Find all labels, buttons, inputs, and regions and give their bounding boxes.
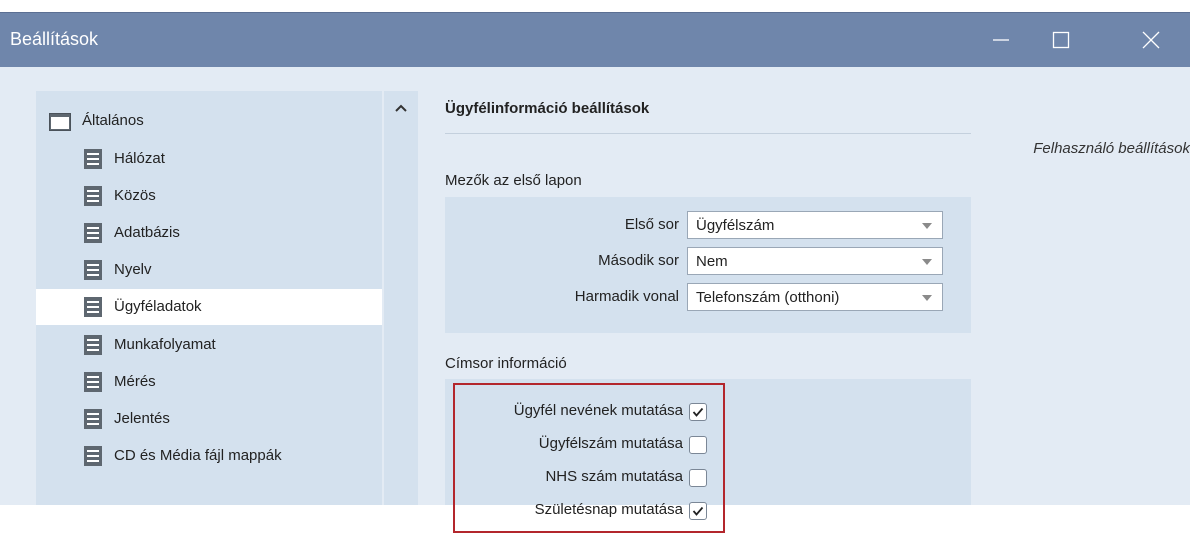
settings-sidebar: Általános Hálózat Közös Adatbázis Nyelv … [36,91,382,505]
close-button[interactable] [1122,13,1180,67]
title-bar[interactable]: Beállítások [0,13,1190,67]
sidebar-item-label: CD és Média fájl mappák [114,447,282,464]
document-icon [84,149,102,169]
sidebar-item-workflow[interactable]: Munkafolyamat [36,327,382,363]
document-icon [84,335,102,355]
select-value: Ügyfélszám [696,217,775,234]
sidebar-item-cd-media-folders[interactable]: CD és Média fájl mappák [36,438,382,474]
show-birthday-checkbox[interactable] [689,502,707,520]
chevron-up-icon[interactable] [395,103,407,113]
sidebar-item-language[interactable]: Nyelv [36,252,382,288]
document-icon [84,297,102,317]
sidebar-item-general[interactable]: Általános [36,103,382,139]
minimize-button[interactable] [972,13,1030,67]
show-nhs-number-label: NHS szám mutatása [545,468,683,485]
document-icon [84,260,102,280]
sidebar-item-measurement[interactable]: Mérés [36,364,382,400]
select-value: Telefonszám (otthoni) [696,289,840,306]
show-customer-name-checkbox[interactable] [689,403,707,421]
sidebar-item-label: Hálózat [114,150,165,167]
document-icon [84,372,102,392]
second-row-label: Második sor [598,252,679,269]
sidebar-item-label: Közös [114,187,156,204]
sidebar-item-network[interactable]: Hálózat [36,141,382,177]
sidebar-item-label: Nyelv [114,261,152,278]
first-row-select[interactable]: Ügyfélszám [687,211,943,239]
show-customer-number-label: Ügyfélszám mutatása [538,435,683,452]
chevron-down-icon [922,223,932,229]
close-icon [1142,31,1160,49]
document-icon [84,409,102,429]
page-title: Ügyfélinformáció beállítások [445,100,650,117]
user-settings-label: Felhasználó beállítások [1033,140,1190,157]
sidebar-item-label: Ügyféladatok [114,298,202,315]
third-row-select[interactable]: Telefonszám (otthoni) [687,283,943,311]
show-nhs-number-checkbox[interactable] [689,469,707,487]
header-group-label: Címsor információ [445,355,567,372]
sidebar-item-label: Munkafolyamat [114,336,216,353]
window-content: Általános Hálózat Közös Adatbázis Nyelv … [8,67,1190,533]
third-row-label: Harmadik vonal [574,288,679,305]
chevron-down-icon [922,259,932,265]
window-title: Beállítások [10,29,99,49]
sidebar-item-label: Jelentés [114,410,170,427]
second-row-select[interactable]: Nem [687,247,943,275]
sidebar-scrollbar[interactable] [384,91,418,505]
fields-group: Első sor Ügyfélszám Második sor Nem Harm… [445,197,971,333]
first-row-label: Első sor [624,216,679,233]
folder-icon [49,113,71,131]
sidebar-item-customer-data[interactable]: Ügyféladatok [36,289,382,325]
sidebar-item-label: Mérés [114,373,156,390]
checkmark-icon [692,506,704,516]
fields-group-label: Mezők az első lapon [445,172,582,189]
maximize-icon [1052,31,1070,49]
document-icon [84,446,102,466]
show-customer-name-label: Ügyfél nevének mutatása [513,402,683,419]
minimize-icon [993,39,1009,41]
sidebar-item-common[interactable]: Közös [36,178,382,214]
document-icon [84,223,102,243]
sidebar-item-label: Általános [82,112,144,129]
chevron-down-icon [922,295,932,301]
highlight-frame: Ügyfél nevének mutatása Ügyfélszám mutat… [453,383,725,533]
checkmark-icon [692,407,704,417]
sidebar-item-label: Adatbázis [114,224,180,241]
sidebar-item-report[interactable]: Jelentés [36,401,382,437]
sidebar-item-database[interactable]: Adatbázis [36,215,382,251]
settings-panel: Ügyfélinformáció beállítások Felhasználó… [445,91,1190,533]
maximize-button[interactable] [1032,13,1090,67]
document-icon [84,186,102,206]
select-value: Nem [696,253,728,270]
settings-window: Beállítások Általános Hálózat Közös Adat… [0,12,1190,533]
show-customer-number-checkbox[interactable] [689,436,707,454]
title-divider [445,133,971,134]
